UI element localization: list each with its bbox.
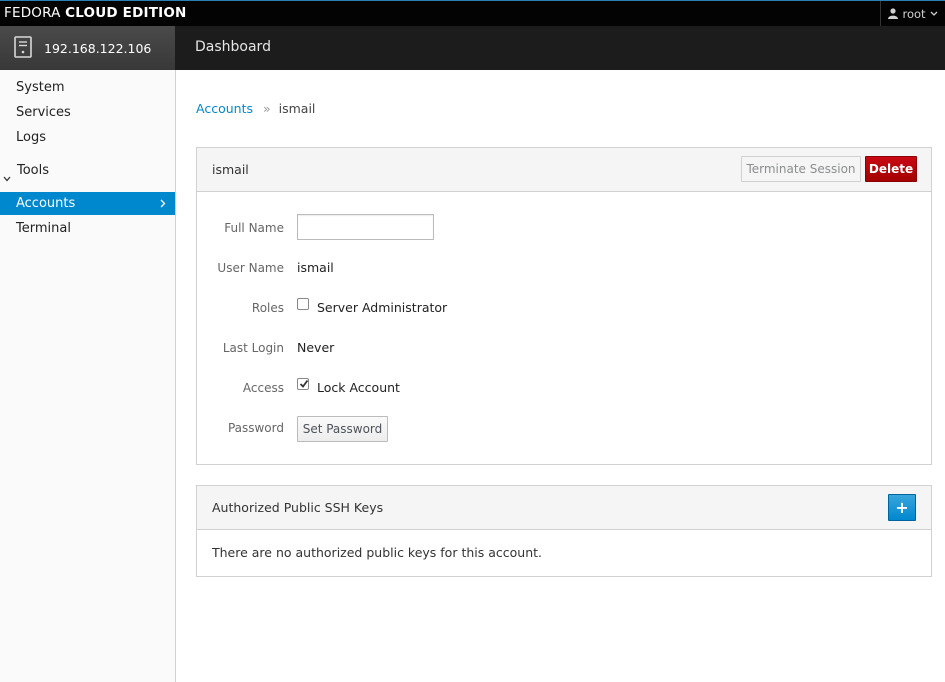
sidebar-item-label: Terminal [16,221,71,236]
ssh-keys-empty-message: There are no authorized public keys for … [212,545,542,560]
lock-account-label[interactable]: Lock Account [317,380,400,395]
sidebar-item-terminal[interactable]: Terminal [0,217,175,240]
user-menu-dropdown[interactable]: root [880,1,945,26]
chevron-down-icon [3,167,11,190]
chevron-down-icon [930,11,938,17]
server-icon [0,35,32,61]
host-bar: 192.168.122.106 Dashboard [0,26,945,70]
password-label: Password [227,421,284,435]
account-panel: ismail Terminate Session Delete Full Nam… [196,147,932,465]
breadcrumb-current: ismail [278,101,316,116]
user-name-value: ismail [297,260,334,275]
host-switcher[interactable]: 192.168.122.106 [0,26,175,70]
sidebar-item-logs[interactable]: Logs [0,126,175,149]
sidebar-item-label: System [16,80,65,95]
set-password-button[interactable]: Set Password [297,416,388,442]
sidebar-item-label: Accounts [16,196,76,211]
ssh-keys-panel-title: Authorized Public SSH Keys [212,500,384,515]
roles-label: Roles [251,301,284,315]
sidebar-item-system[interactable]: System [0,76,175,99]
full-name-input[interactable] [297,214,434,240]
sidebar-item-services[interactable]: Services [0,101,175,124]
last-login-label: Last Login [222,341,284,355]
server-administrator-label[interactable]: Server Administrator [317,300,447,315]
terminate-session-button[interactable]: Terminate Session [741,156,861,182]
ssh-keys-panel: Authorized Public SSH Keys + There are n… [196,485,932,577]
account-panel-title: ismail [212,162,249,177]
sidebar-group-tools[interactable]: Tools [0,159,175,182]
account-panel-header: ismail Terminate Session Delete [197,148,931,192]
ssh-keys-panel-header: Authorized Public SSH Keys + [197,486,931,530]
breadcrumb-separator: » [262,101,271,116]
host-name: 192.168.122.106 [44,40,152,56]
add-ssh-key-button[interactable]: + [888,494,916,521]
brand-text-bold: CLOUD EDITION [65,5,187,21]
last-login-value: Never [297,340,335,355]
sidebar-item-accounts[interactable]: Accounts [0,192,175,215]
server-administrator-checkbox[interactable] [297,298,309,310]
brand-text-light: FEDORA [4,5,61,21]
user-name: root [902,6,926,21]
breadcrumb: Accounts » ismail [196,101,315,116]
delete-button[interactable]: Delete [865,156,917,182]
sidebar: System Services Logs Tools Accounts Term… [0,70,176,682]
page-title[interactable]: Dashboard [195,39,271,55]
sidebar-group-label: Tools [17,163,50,178]
user-icon [888,8,899,19]
user-name-label: User Name [217,261,284,275]
sidebar-item-label: Services [16,105,71,120]
access-label: Access [242,381,284,395]
full-name-label: Full Name [224,221,284,235]
breadcrumb-link-accounts[interactable]: Accounts [196,101,253,116]
top-navbar: FEDORA CLOUD EDITION root [0,0,945,26]
brand-logo: FEDORA CLOUD EDITION [4,5,187,21]
sidebar-item-label: Logs [16,130,46,145]
lock-account-checkbox[interactable] [297,378,309,390]
